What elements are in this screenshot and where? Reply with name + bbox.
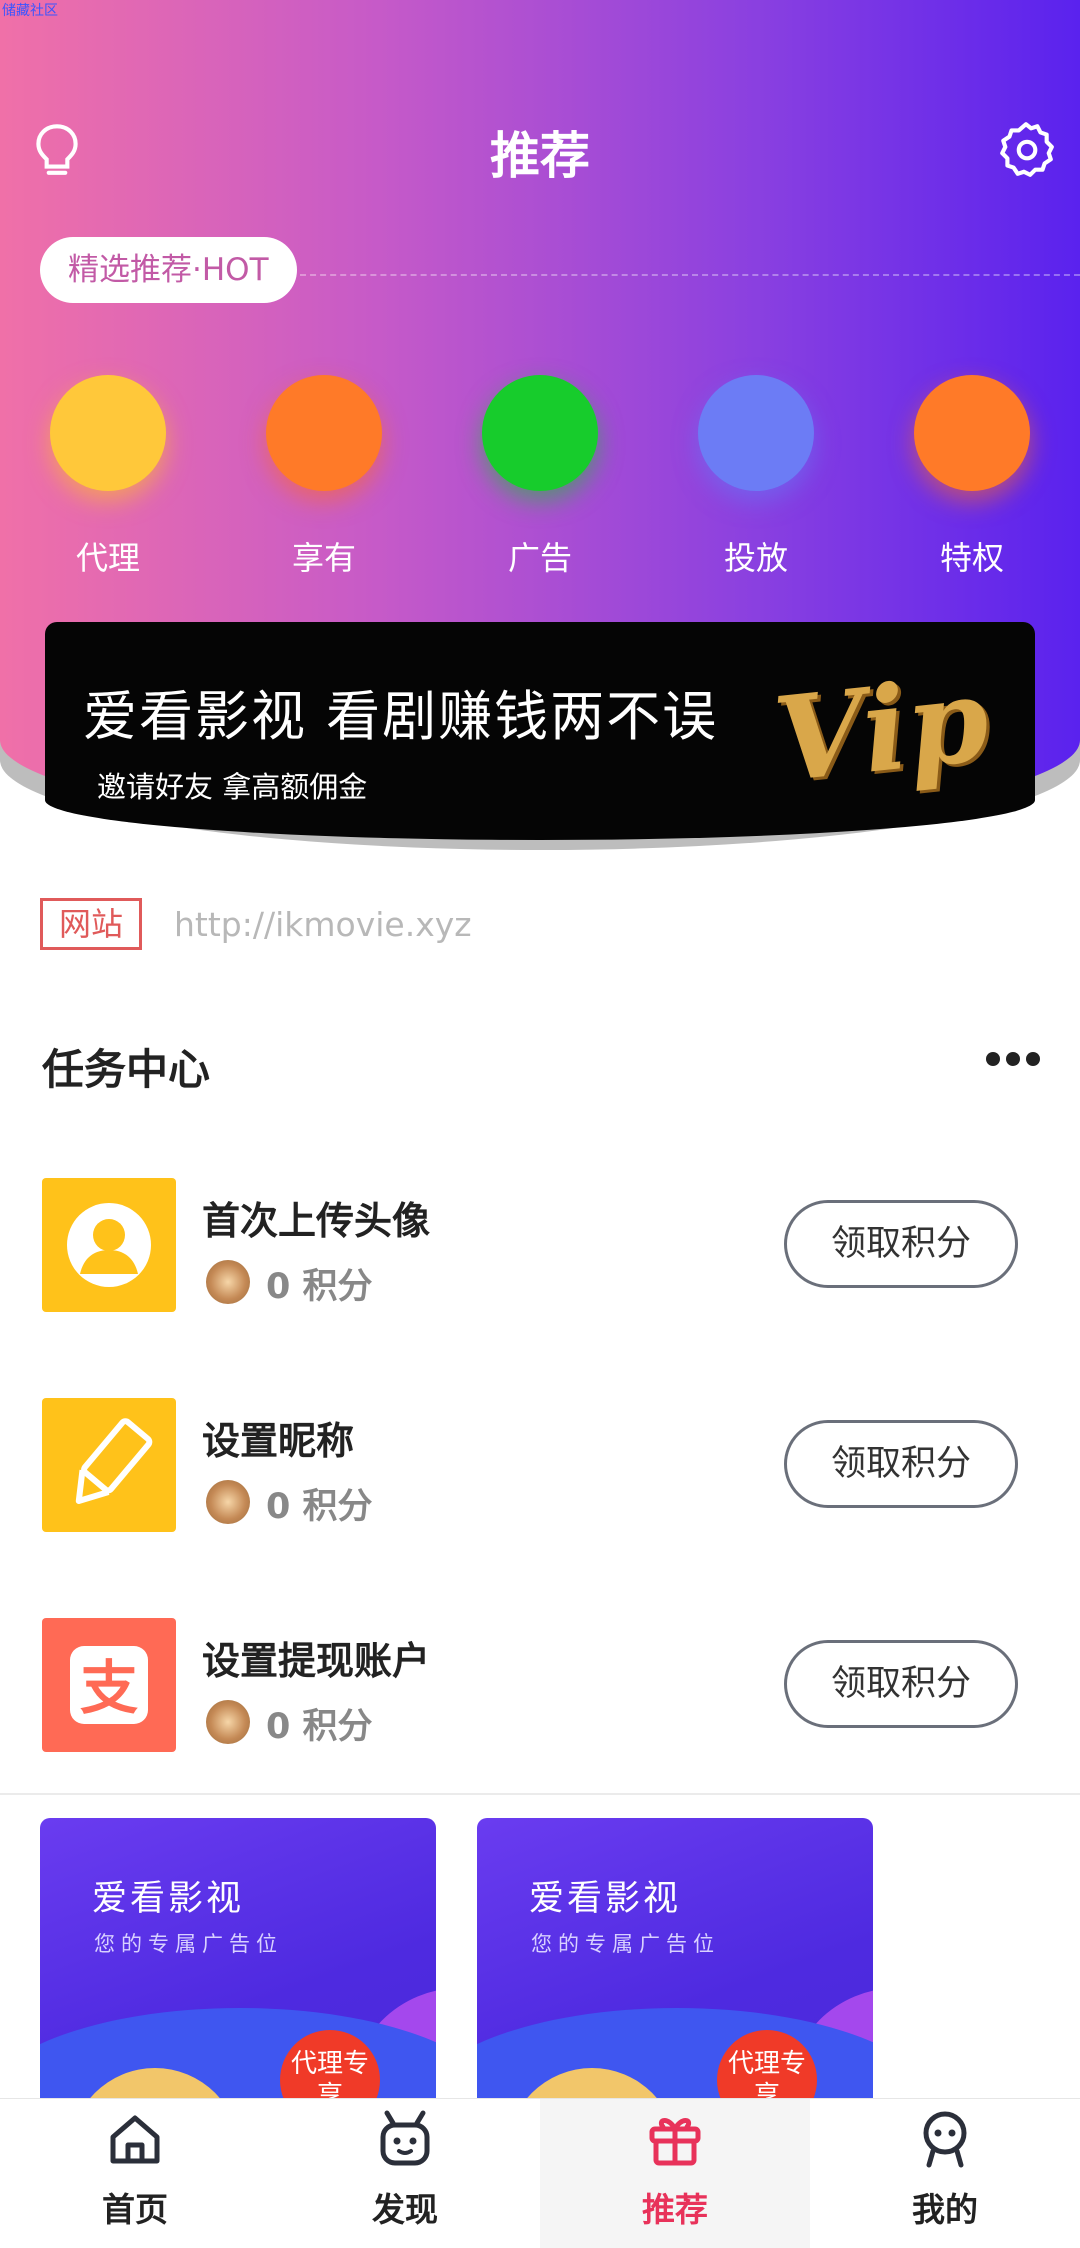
ad-subtitle: 您的专属广告位 bbox=[94, 1932, 283, 1956]
task-item: 支 设置提现账户 0 积分 领取积分 bbox=[0, 1618, 1080, 1758]
website-row: 网站 http://ikmovie.xyz bbox=[40, 898, 472, 950]
coin-icon bbox=[206, 1260, 250, 1304]
watermark: 储藏社区 bbox=[2, 3, 58, 19]
task-points: 0 积分 bbox=[266, 1267, 373, 1307]
website-url[interactable]: http://ikmovie.xyz bbox=[174, 905, 472, 944]
task-name: 设置提现账户 bbox=[202, 1639, 431, 1683]
category-label: 代理 bbox=[75, 539, 140, 577]
task-name: 首次上传头像 bbox=[202, 1199, 431, 1243]
website-tag: 网站 bbox=[40, 898, 143, 950]
ad-slot-card[interactable]: 爱看影视 您的专属广告位 代理专享 bbox=[477, 1818, 873, 2118]
featured-hot-pill[interactable]: 精选推荐·HOT bbox=[40, 237, 297, 303]
task-item: 设置昵称 0 积分 领取积分 bbox=[0, 1398, 1080, 1538]
vip-promo-banner[interactable]: 爱看影视 看剧赚钱两不误 邀请好友 拿高额佣金 Vip bbox=[45, 622, 1035, 840]
page-title: 推荐 bbox=[490, 127, 590, 185]
category-dot bbox=[698, 375, 814, 491]
banner-subline: 邀请好友 拿高额佣金 bbox=[97, 770, 368, 804]
tab-label: 首页 bbox=[102, 2190, 168, 2229]
category-ads[interactable]: 广告 bbox=[470, 375, 610, 579]
tab-label: 我的 bbox=[912, 2190, 978, 2229]
ad-title: 爱看影视 bbox=[92, 1879, 245, 1919]
alipay-icon: 支 bbox=[42, 1618, 176, 1752]
category-label: 投放 bbox=[723, 539, 788, 577]
category-label: 享有 bbox=[291, 539, 356, 577]
coin-icon bbox=[206, 1480, 250, 1524]
vip-badge: Vip bbox=[768, 651, 995, 809]
claim-points-button[interactable]: 领取积分 bbox=[784, 1420, 1018, 1508]
coin-icon bbox=[206, 1700, 250, 1744]
home-icon bbox=[110, 2115, 160, 2164]
category-dot bbox=[50, 375, 166, 491]
task-item: 首次上传头像 0 积分 领取积分 bbox=[0, 1178, 1080, 1318]
task-points: 0 积分 bbox=[266, 1487, 373, 1527]
category-dot bbox=[266, 375, 382, 491]
category-row: 代理 享有 广告 投放 特权 bbox=[0, 375, 1080, 585]
ad-slot-card[interactable]: 爱看影视 您的专属广告位 代理专享 bbox=[40, 1818, 436, 2118]
section-divider bbox=[0, 1793, 1080, 1795]
claim-points-button[interactable]: 领取积分 bbox=[784, 1640, 1018, 1728]
svg-text:支: 支 bbox=[80, 1654, 138, 1722]
category-placement[interactable]: 投放 bbox=[686, 375, 826, 579]
tab-discover[interactable]: 发现 bbox=[270, 2099, 540, 2248]
user-icon bbox=[923, 2111, 967, 2168]
tab-label: 发现 bbox=[372, 2190, 438, 2229]
more-icon[interactable] bbox=[985, 1044, 1041, 1074]
gear-icon[interactable] bbox=[995, 118, 1057, 180]
category-enjoy[interactable]: 享有 bbox=[254, 375, 394, 579]
category-privilege[interactable]: 特权 bbox=[902, 375, 1042, 579]
claim-points-button[interactable]: 领取积分 bbox=[784, 1200, 1018, 1288]
category-dot bbox=[482, 375, 598, 491]
category-dot bbox=[914, 375, 1030, 491]
task-points: 0 积分 bbox=[266, 1707, 373, 1747]
tab-recommend[interactable]: 推荐 bbox=[540, 2099, 810, 2248]
bottom-tab-bar: 首页 发现 推荐 我的 bbox=[0, 2098, 1080, 2248]
gift-icon bbox=[649, 2118, 701, 2166]
tab-mine[interactable]: 我的 bbox=[810, 2099, 1080, 2248]
pencil-icon bbox=[42, 1398, 176, 1532]
avatar-icon bbox=[42, 1178, 176, 1312]
ad-title: 爱看影视 bbox=[529, 1879, 682, 1919]
ad-subtitle: 您的专属广告位 bbox=[531, 1932, 720, 1956]
tab-label: 推荐 bbox=[642, 2190, 708, 2229]
category-label: 特权 bbox=[939, 539, 1004, 577]
task-name: 设置昵称 bbox=[202, 1419, 355, 1463]
category-agent[interactable]: 代理 bbox=[38, 375, 178, 579]
pill-divider bbox=[300, 274, 1080, 276]
robot-icon bbox=[380, 2110, 430, 2166]
category-label: 广告 bbox=[507, 539, 572, 577]
banner-headline: 爱看影视 看剧赚钱两不误 bbox=[83, 685, 719, 748]
tab-home[interactable]: 首页 bbox=[0, 2099, 270, 2248]
task-center-title: 任务中心 bbox=[42, 1045, 211, 1094]
